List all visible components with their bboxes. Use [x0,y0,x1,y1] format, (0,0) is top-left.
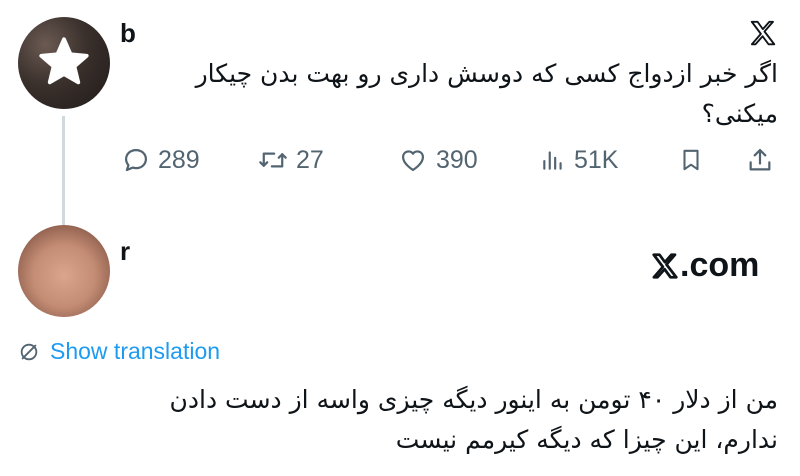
x-com-watermark: .com [650,246,759,285]
retweet-button[interactable]: 27 [258,140,324,180]
views-count: 51K [574,145,619,174]
thread-line [62,116,65,228]
bookmark-icon [683,149,699,171]
username[interactable]: b [120,18,136,49]
tweet-text: اگر خبر ازدواج کسی که دوسش داری رو بهت ب… [128,54,778,134]
reply-text-line: ندارم، این چیزا که دیگه کیرمم نیست [395,425,778,454]
like-count: 390 [436,145,478,174]
bookmark-button[interactable] [678,140,704,180]
x-logo-icon [652,252,678,279]
share-icon [749,148,771,171]
reply-text-line: من از دلار ۴۰ تومن به اینور دیگه چیزی وا… [169,385,778,414]
avatar[interactable] [18,225,110,317]
reply-text: من از دلار ۴۰ تومن به اینور دیگه چیزی وا… [18,380,778,460]
like-icon [401,150,425,172]
tweet-text-line: میکنی؟ [701,99,778,128]
share-button[interactable] [746,140,774,180]
avatar[interactable] [18,17,110,109]
views-button[interactable]: 51K [540,140,618,180]
show-translation-link[interactable]: Show translation [18,338,220,365]
retweet-icon [259,152,287,168]
tweet-text-line: اگر خبر ازدواج کسی که دوسش داری رو بهت ب… [195,59,778,88]
translate-icon [20,343,38,360]
views-icon [543,151,562,170]
like-button[interactable]: 390 [398,140,478,180]
retweet-count: 27 [296,145,324,174]
watermark-text: .com [680,246,760,284]
reply-count: 289 [158,145,200,174]
username[interactable]: r [120,236,130,267]
star-icon [39,37,89,85]
reply-button[interactable]: 289 [122,140,200,180]
show-translation-label: Show translation [50,338,221,364]
reply-icon [124,148,148,172]
x-logo-icon [750,20,776,46]
